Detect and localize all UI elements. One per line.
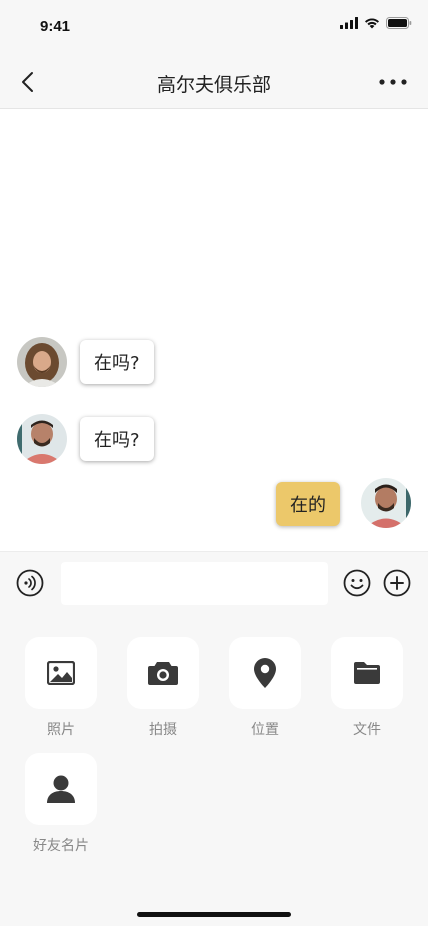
status-icons (340, 15, 412, 31)
message-input[interactable] (61, 562, 328, 605)
tool-photo[interactable]: 照片 (25, 637, 97, 739)
nav-bar: 高尔夫俱乐部 (0, 54, 428, 109)
signal-icon (340, 17, 358, 29)
page-title: 高尔夫俱乐部 (156, 74, 271, 96)
camera-icon (148, 662, 178, 685)
tool-label: 文件 (353, 722, 381, 738)
plus-icon[interactable] (383, 569, 411, 597)
contact-card-icon (47, 775, 75, 803)
image-icon (47, 661, 75, 685)
tool-label: 照片 (47, 722, 75, 738)
emoji-icon[interactable] (343, 569, 371, 597)
my-message-bubble[interactable]: 在的 (276, 482, 340, 526)
tool-file[interactable]: 文件 (331, 637, 403, 739)
tool-camera[interactable]: 拍摄 (127, 637, 199, 739)
status-bar: 9:41 (0, 0, 428, 54)
message-bubble[interactable]: 在吗? (80, 340, 154, 384)
tool-contact-card[interactable]: 好友名片 (25, 753, 97, 855)
home-indicator (137, 912, 291, 917)
chat-message-list[interactable]: 在吗? 在吗? 在的 (0, 109, 428, 551)
folder-icon (354, 662, 380, 684)
status-time: 9:41 (40, 18, 71, 35)
my-avatar[interactable] (361, 478, 411, 528)
tool-label: 拍摄 (149, 722, 177, 738)
voice-icon[interactable] (16, 569, 44, 597)
tool-location[interactable]: 位置 (229, 637, 301, 739)
attachment-panel: 照片 拍摄 位置 文件 好友名片 (0, 613, 428, 926)
input-bar (0, 551, 428, 613)
avatar[interactable] (17, 414, 67, 464)
wifi-icon (365, 18, 379, 29)
avatar[interactable] (17, 337, 67, 387)
location-pin-icon (254, 658, 276, 688)
tool-label: 位置 (251, 722, 279, 738)
message-bubble[interactable]: 在吗? (80, 417, 154, 461)
more-icon[interactable] (378, 72, 408, 92)
tool-label: 好友名片 (33, 838, 89, 854)
battery-icon (386, 17, 412, 29)
